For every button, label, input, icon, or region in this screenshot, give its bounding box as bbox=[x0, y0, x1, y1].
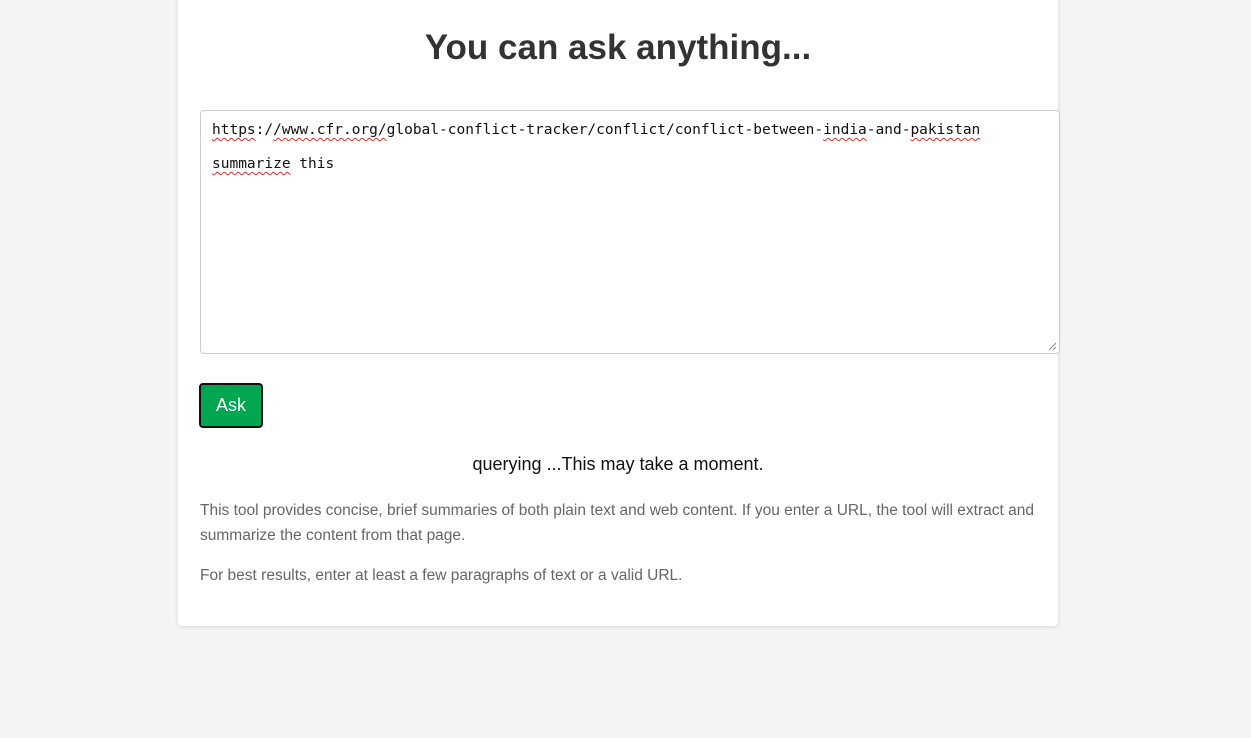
prompt-text: :/ bbox=[255, 122, 274, 138]
prompt-text: -and- bbox=[866, 122, 911, 138]
status-message: querying ...This may take a moment. bbox=[472, 454, 764, 474]
ask-button[interactable]: Ask bbox=[199, 383, 263, 428]
spellcheck-word: https bbox=[212, 122, 256, 138]
tool-description: This tool provides concise, brief summar… bbox=[200, 502, 1034, 544]
prompt-line-url: https://www.cfr.org/global-conflict-trac… bbox=[212, 120, 1048, 140]
spellcheck-word: summarize bbox=[212, 156, 291, 172]
page-title: You can ask anything... bbox=[424, 28, 812, 67]
spellcheck-word: /www.cfr.org/ bbox=[273, 122, 387, 138]
prompt-text: this bbox=[290, 156, 335, 172]
prompt-line-instruction: summarize this bbox=[212, 154, 1048, 174]
main-card: You can ask anything... https://www.cfr.… bbox=[178, 0, 1060, 626]
prompt-text: global-conflict-tracker/conflict/conflic… bbox=[386, 122, 824, 138]
resize-grip-icon[interactable] bbox=[1048, 342, 1057, 351]
usage-tip: For best results, enter at least a few p… bbox=[200, 567, 683, 584]
spellcheck-word: india bbox=[823, 122, 867, 138]
spellcheck-word: pakistan bbox=[910, 122, 981, 138]
prompt-textarea[interactable]: https://www.cfr.org/global-conflict-trac… bbox=[200, 110, 1060, 354]
